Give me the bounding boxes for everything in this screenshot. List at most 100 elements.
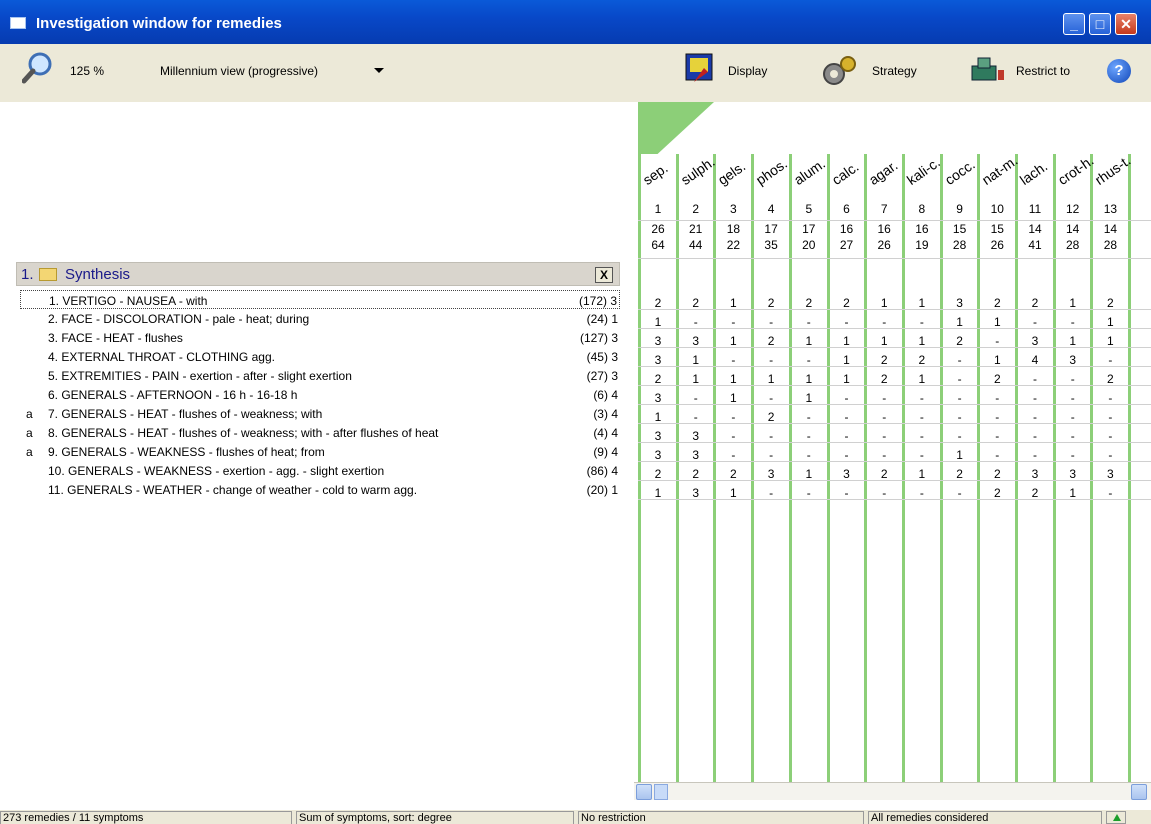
remedy-degree: 26 xyxy=(877,238,891,252)
grid-cell: 2 xyxy=(993,467,1001,481)
grid-cell: 2 xyxy=(993,296,1001,310)
remedy-name[interactable]: phos. xyxy=(753,155,790,188)
remedy-name[interactable]: calc. xyxy=(828,158,861,188)
remedy-name[interactable]: sep. xyxy=(640,160,671,188)
status-sort: Sum of symptoms, sort: degree xyxy=(296,811,574,824)
remedy-degree: 28 xyxy=(1103,238,1118,252)
maximize-button[interactable]: □ xyxy=(1089,13,1111,35)
remedy-name[interactable]: cocc. xyxy=(941,156,977,188)
grid-cell: - xyxy=(1070,410,1075,424)
grid-cell: 3 xyxy=(767,467,775,481)
remedy-name[interactable]: kali-c. xyxy=(904,154,943,188)
grid-cell: - xyxy=(995,391,1000,405)
rubric-row[interactable]: a 7. GENERALS - HEAT - flushes of - weakn… xyxy=(20,404,620,423)
remedy-degree: 26 xyxy=(990,238,1004,252)
grid-cell: - xyxy=(1108,391,1113,405)
rubric-row[interactable]: 5. EXTREMITIES - PAIN - exertion - after… xyxy=(20,366,620,385)
grid-cell: - xyxy=(769,429,774,443)
rubric-count: (3) 4 xyxy=(593,407,618,421)
rubric-text: 8. GENERALS - HEAT - flushes of - weakne… xyxy=(48,426,439,440)
strategy-button[interactable]: Strategy xyxy=(820,52,930,92)
grid-cell: 1 xyxy=(918,467,926,481)
status-icon[interactable] xyxy=(1106,811,1126,824)
grid-cell: - xyxy=(995,410,1000,424)
remedy-name[interactable]: agar. xyxy=(866,157,901,188)
grid-cell: - xyxy=(844,315,849,329)
remedy-score: 17 xyxy=(764,222,778,236)
grid-cell: 1 xyxy=(1107,315,1114,329)
grid-cell: 4 xyxy=(1031,353,1039,367)
grid-cell: 1 xyxy=(692,353,700,367)
grid-cell: - xyxy=(844,448,849,462)
zoom-button[interactable] xyxy=(22,52,54,84)
scroll-left-icon[interactable] xyxy=(636,784,652,800)
grid-cell: 2 xyxy=(880,372,888,386)
remedy-name[interactable]: lach. xyxy=(1017,158,1050,188)
grid-header-divider xyxy=(638,258,1151,259)
remedy-degree: 28 xyxy=(1066,238,1080,252)
display-button[interactable]: Display xyxy=(684,52,784,92)
app-icon xyxy=(10,17,26,29)
grid-cell: - xyxy=(769,486,774,500)
view-mode-select[interactable]: Millennium view (progressive) xyxy=(160,64,318,78)
close-icon: ✕ xyxy=(1120,16,1132,32)
help-icon[interactable]: ? xyxy=(1107,59,1131,83)
grid-cell: - xyxy=(806,315,811,329)
remedy-score: 14 xyxy=(1103,222,1118,236)
grid-cell: 3 xyxy=(692,448,700,462)
grid-cell: - xyxy=(919,486,924,500)
remedy-degree: 41 xyxy=(1028,238,1042,252)
scroll-right-icon[interactable] xyxy=(1131,784,1147,800)
synthesis-header[interactable]: 1. Synthesis X xyxy=(16,262,620,286)
title-bar: Investigation window for remedies _ □ ✕ xyxy=(0,0,1151,44)
grid-cell: 2 xyxy=(993,372,1001,386)
rubric-row[interactable]: a 8. GENERALS - HEAT - flushes of - weakn… xyxy=(20,423,620,442)
grid-cell: - xyxy=(769,448,774,462)
rubric-row[interactable]: 6. GENERALS - AFTERNOON - 16 h - 16-18 h… xyxy=(20,385,620,404)
rubric-row[interactable]: 3. FACE - HEAT - flushes (127) 3 xyxy=(20,328,620,347)
remedy-name[interactable]: gels. xyxy=(715,158,748,188)
status-remedies: 273 remedies / 11 symptoms xyxy=(0,811,292,824)
grid-cell: 3 xyxy=(956,296,963,310)
grid-cell: 2 xyxy=(918,353,926,367)
rubric-row[interactable]: 4. EXTERNAL THROAT - CLOTHING agg. (45) 3 xyxy=(20,347,620,366)
restrict-button[interactable]: Restrict to xyxy=(968,52,1088,92)
remedy-number: 8 xyxy=(918,202,926,216)
remedy-name[interactable]: alum. xyxy=(791,155,828,188)
remedy-score: 21 xyxy=(689,222,703,236)
remedy-degree: 20 xyxy=(802,238,816,252)
grid-cell: 1 xyxy=(805,391,813,405)
rubric-row[interactable]: a 9. GENERALS - WEAKNESS - flushes of hea… xyxy=(20,442,620,461)
close-button[interactable]: ✕ xyxy=(1115,13,1137,35)
grid-cell: 2 xyxy=(654,372,662,386)
grid-cell: 1 xyxy=(805,372,813,386)
remedy-degree: 64 xyxy=(651,238,665,252)
remedy-number: 7 xyxy=(880,202,888,216)
grid-cell: 3 xyxy=(692,486,700,500)
remedy-degree: 35 xyxy=(764,238,778,252)
grid-cell: 2 xyxy=(767,410,775,424)
grid-cell: 2 xyxy=(880,467,888,481)
grid-cell: 1 xyxy=(1069,334,1077,348)
rubric-count: (27) 3 xyxy=(586,369,618,383)
rubric-row[interactable]: 2. FACE - DISCOLORATION - pale - heat; d… xyxy=(20,309,620,328)
grid-cell: 2 xyxy=(767,334,775,348)
rubric-count: (127) 3 xyxy=(579,331,618,345)
rubric-row[interactable]: 11. GENERALS - WEATHER - change of weath… xyxy=(20,480,620,499)
remedy-degree: 22 xyxy=(726,238,741,252)
grid-cell: - xyxy=(882,486,887,500)
grid-cell: - xyxy=(1108,410,1113,424)
remedy-name[interactable]: sulph. xyxy=(678,153,718,188)
grid-cell: 1 xyxy=(730,391,737,405)
rubric-row[interactable]: 1. VERTIGO - NAUSEA - with (172) 3 xyxy=(20,290,620,309)
grid-cell: - xyxy=(769,391,774,405)
horizontal-scrollbar[interactable] xyxy=(634,782,1151,800)
folder-icon xyxy=(39,268,57,281)
grid-cell: 1 xyxy=(730,296,737,310)
chevron-down-icon[interactable] xyxy=(374,68,384,73)
grid-cell: 2 xyxy=(956,334,963,348)
scroll-thumb[interactable] xyxy=(654,784,668,800)
minimize-button[interactable]: _ xyxy=(1063,13,1085,35)
rubric-row[interactable]: 10. GENERALS - WEAKNESS - exertion - agg… xyxy=(20,461,620,480)
synthesis-close-button[interactable]: X xyxy=(595,267,613,283)
